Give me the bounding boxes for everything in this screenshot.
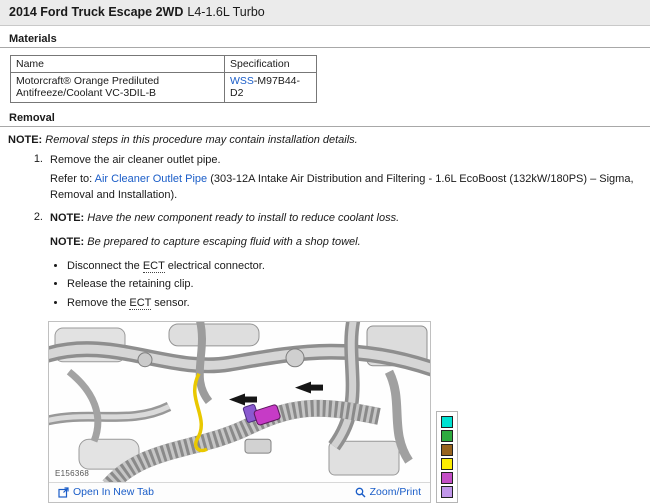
- ect-abbr: ECT: [129, 297, 151, 310]
- figure-box: E156368 Open In New Tab Zoom/Print: [48, 321, 431, 503]
- figure-row: E156368 Open In New Tab Zoom/Print: [48, 321, 650, 503]
- refer-line: Refer to: Air Cleaner Outlet Pipe (303-1…: [50, 172, 650, 204]
- ect-abbr: ECT: [143, 260, 165, 273]
- bullet-text: sensor.: [151, 297, 190, 309]
- note-text: Have the new component ready to install …: [87, 212, 399, 224]
- zoom-print-label: Zoom/Print: [370, 486, 421, 498]
- note-label: NOTE:: [8, 134, 42, 146]
- material-name-cell: Motorcraft® Orange Prediluted Antifreeze…: [11, 73, 225, 103]
- note-text: Be prepared to capture escaping fluid wi…: [87, 236, 360, 248]
- note-label: NOTE:: [50, 236, 84, 248]
- magnifier-icon: [355, 487, 366, 498]
- legend-swatch-brown: [441, 444, 453, 456]
- table-row: Motorcraft® Orange Prediluted Antifreeze…: [11, 73, 317, 103]
- legend-swatch-green: [441, 430, 453, 442]
- spec-link[interactable]: WSS: [230, 75, 254, 87]
- bullet-text: Release the retaining clip.: [67, 278, 194, 290]
- open-in-new-tab-label: Open In New Tab: [73, 486, 154, 498]
- figure-toolbar: Open In New Tab Zoom/Print: [49, 483, 430, 502]
- step-2-note-2: NOTE: Be prepared to capture escaping fl…: [50, 235, 650, 251]
- vehicle-title: 2014 Ford Truck Escape 2WD: [9, 5, 183, 19]
- zoom-print-link[interactable]: Zoom/Print: [355, 486, 421, 498]
- bullet-text: Remove the: [67, 297, 129, 309]
- material-spec-cell: WSS-M97B44-D2: [225, 73, 317, 103]
- note-label: NOTE:: [50, 212, 84, 224]
- step-2-note-1: NOTE: Have the new component ready to in…: [50, 211, 650, 227]
- step-number: 2.: [28, 211, 43, 311]
- column-header-name: Name: [11, 56, 225, 73]
- list-item: Disconnect the ECT electrical connector.: [67, 258, 650, 275]
- legend-swatch-cyan: [441, 416, 453, 428]
- refer-prefix: Refer to:: [50, 173, 95, 185]
- step-1-text: Remove the air cleaner outlet pipe.: [50, 153, 650, 169]
- engine-illustration-svg: [49, 322, 430, 482]
- page: 2014 Ford Truck Escape 2WDL4-1.6L Turbo …: [0, 0, 650, 503]
- note-text: Removal steps in this procedure may cont…: [45, 134, 357, 146]
- list-item: Release the retaining clip.: [67, 276, 650, 293]
- removal-steps: 1. Remove the air cleaner outlet pipe. R…: [28, 153, 650, 311]
- step-1: 1. Remove the air cleaner outlet pipe. R…: [28, 153, 650, 204]
- engine-subtitle: L4-1.6L Turbo: [187, 5, 264, 19]
- legend-swatch-magenta: [441, 472, 453, 484]
- table-header-row: Name Specification: [11, 56, 317, 73]
- materials-heading: Materials: [0, 26, 650, 48]
- open-in-new-tab-link[interactable]: Open In New Tab: [58, 486, 154, 498]
- bullet-text: Disconnect the: [67, 260, 143, 272]
- legend-swatch-violet: [441, 486, 453, 498]
- bullet-text: electrical connector.: [165, 260, 265, 272]
- air-cleaner-outlet-pipe-link[interactable]: Air Cleaner Outlet Pipe: [95, 173, 208, 185]
- removal-heading: Removal: [0, 105, 650, 127]
- step-2: 2. NOTE: Have the new component ready to…: [28, 211, 650, 311]
- step-2-bullets: Disconnect the ECT electrical connector.…: [67, 258, 650, 312]
- materials-table: Name Specification Motorcraft® Orange Pr…: [10, 55, 317, 103]
- legend-swatch-yellow: [441, 458, 453, 470]
- page-header: 2014 Ford Truck Escape 2WD L4-1.6L Turbo: [0, 0, 650, 26]
- removal-note: NOTE: Removal steps in this procedure ma…: [8, 134, 650, 146]
- column-header-specification: Specification: [225, 56, 317, 73]
- open-in-new-tab-icon: [58, 487, 69, 498]
- list-item: Remove the ECT sensor.: [67, 295, 650, 312]
- step-number: 1.: [28, 153, 43, 204]
- figure-id-label: E156368: [55, 469, 89, 478]
- color-legend: [436, 411, 458, 503]
- engine-illustration[interactable]: E156368: [49, 322, 430, 483]
